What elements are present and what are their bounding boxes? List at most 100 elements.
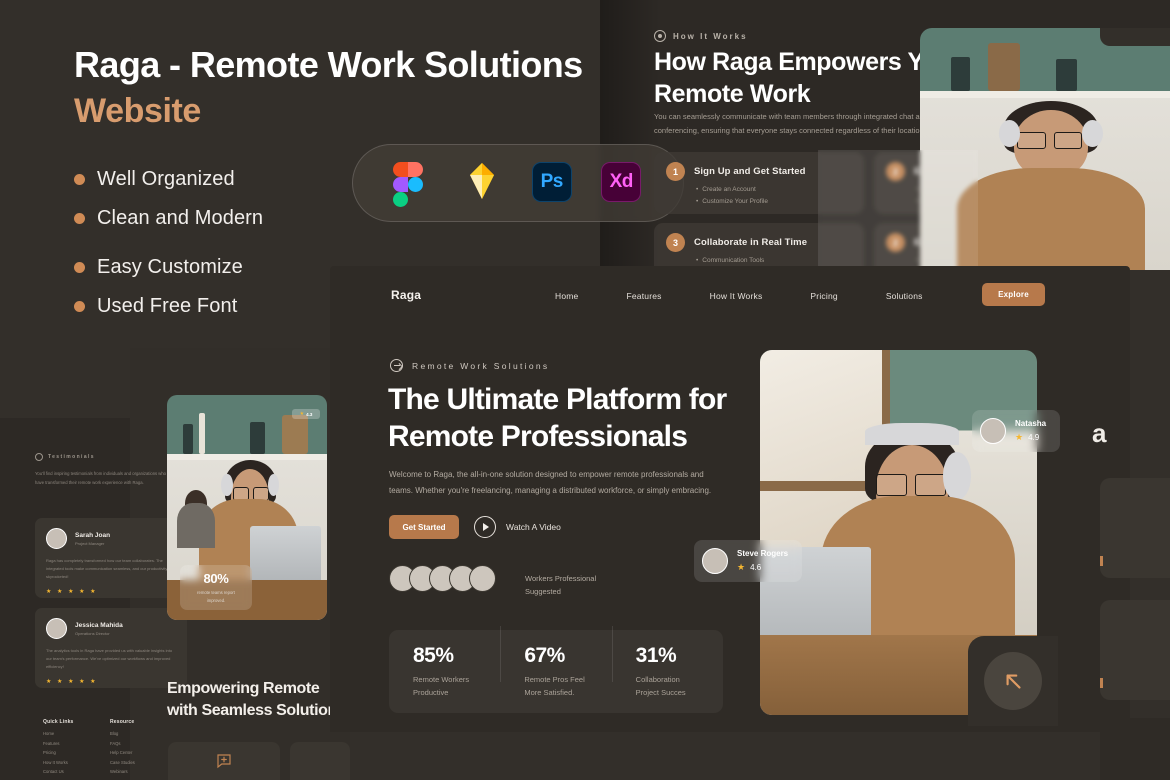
footer-link[interactable]: Case Studies [110, 760, 135, 765]
footer-link[interactable]: Home [43, 731, 74, 736]
photo-notch [1100, 28, 1170, 46]
nav-item-features[interactable]: Features [626, 291, 661, 301]
suggested-line1: Workers Professional [525, 574, 597, 583]
bullet-dot-icon [74, 213, 85, 224]
footer-link[interactable]: Help Center [110, 750, 135, 755]
rating-card-rating: ★ 4.9 [1015, 432, 1046, 443]
watch-video-button[interactable]: Watch A Video [474, 516, 561, 538]
navbar: Raga Home Features How It Works Pricing … [330, 266, 1130, 326]
footer-column: Quick Links Home Features Pricing How It… [43, 719, 74, 779]
rating-card-rating: ★ 4.6 [737, 562, 788, 573]
star-icon: ★ [299, 411, 305, 417]
stat-label: Collaboration Project Succes [636, 673, 723, 699]
footer-cta-card[interactable] [168, 742, 280, 780]
star-badge-icon [35, 453, 43, 461]
stat-value: 85% [413, 643, 454, 667]
footer-link[interactable]: Features [43, 741, 74, 746]
nav-links: Home Features How It Works Pricing Solut… [555, 291, 923, 301]
footer-link[interactable]: How It Works [43, 760, 74, 765]
footer-heading: Resource [110, 719, 135, 725]
watch-video-label: Watch A Video [506, 522, 561, 532]
stat-label-line2: Productive [413, 688, 449, 697]
sketch-icon [462, 162, 504, 204]
stat-value: 67% [524, 643, 565, 667]
nav-item-pricing[interactable]: Pricing [810, 291, 837, 301]
hero-description: Welcome to Raga, the all-in-one solution… [389, 470, 712, 495]
empowering-stat-card: 80% remote teams report improved. [180, 565, 252, 610]
poster-canvas: Raga - Remote Work Solutions Website Wel… [0, 0, 1170, 780]
list-item: Clean and Modern [74, 207, 404, 230]
testimonial-card[interactable]: Sarah Joan Project Manager Raga has comp… [35, 518, 187, 598]
avatar [46, 618, 67, 639]
footer-link[interactable]: Contact Us [43, 769, 74, 774]
adobe-xd-icon: Xd [601, 162, 643, 204]
hero-eyebrow: Remote Work Solutions [390, 359, 549, 372]
step-number: 3 [666, 233, 685, 252]
stat-label-line1: remote teams report [197, 590, 235, 596]
testimonial-role: Project Manager [75, 540, 105, 546]
stat-label-line2: improved. [206, 597, 226, 603]
suggested-line2: Suggested [525, 587, 561, 597]
step-title: Sign Up and Get Started [694, 166, 806, 177]
testimonials-badge-label: Testimonials [48, 454, 95, 460]
scroll-up-button[interactable] [984, 652, 1042, 710]
step-number: 1 [666, 162, 685, 181]
stat-item: 31% Collaboration Project Succes [611, 625, 723, 699]
photo-rating-badge: ★ 4.3 [292, 409, 320, 419]
stat-label-line1: Remote Pros Feel [524, 674, 585, 684]
rating-value: 4.6 [750, 563, 762, 572]
empowering-title: Empowering Remote with Seamless Solution… [167, 680, 346, 720]
glass-overlay [818, 150, 978, 270]
edge-panel-bottom [1100, 718, 1170, 780]
star-icon: ★ [737, 562, 746, 572]
footer-link[interactable]: Webinars [110, 769, 135, 774]
stat-label: remote teams report improved. [197, 589, 235, 603]
figma-icon [392, 162, 435, 207]
explore-button[interactable]: Explore [982, 283, 1045, 306]
target-icon [654, 30, 666, 42]
stat-label: Remote Pros Feel More Satisfied. [524, 673, 611, 699]
feature-label: Well Organized [97, 168, 235, 190]
bullet-dot-icon [74, 174, 85, 185]
arrow-circle-icon [390, 359, 403, 372]
get-started-button[interactable]: Get Started [389, 515, 459, 539]
arrow-up-left-icon [1006, 674, 1021, 689]
testimonial-role: Operations Director [75, 630, 110, 636]
accent-bar [1100, 678, 1103, 688]
rating-card-name: Steve Rogers [737, 549, 789, 558]
rating-stars: ★ ★ ★ ★ ★ [46, 589, 98, 595]
bullet-dot-icon [74, 262, 85, 273]
nav-item-home[interactable]: Home [555, 291, 578, 301]
feature-label: Clean and Modern [97, 207, 264, 229]
stat-label-line1: Remote Workers [413, 674, 470, 684]
play-icon [474, 516, 496, 538]
footer-link[interactable]: FAQs [110, 741, 135, 746]
testimonial-card[interactable]: Jessica Mahida Operations Director The a… [35, 608, 187, 688]
bullet-dot-icon [74, 301, 85, 312]
edge-text-fragment: a [1092, 418, 1107, 448]
nav-item-how-it-works[interactable]: How It Works [710, 291, 763, 301]
page-title: Raga - Remote Work Solutions [74, 44, 583, 85]
footer-link[interactable]: Blog [110, 731, 135, 736]
photoshop-icon: Ps [531, 162, 574, 204]
rating-card-natasha[interactable]: Natasha ★ 4.9 [972, 410, 1061, 452]
testimonials-badge: Testimonials [35, 453, 95, 461]
edge-card [1100, 600, 1170, 700]
stat-item: 67% Remote Pros Feel More Satisfied. [500, 625, 611, 699]
chat-add-icon [217, 754, 231, 769]
rating-stars: ★ ★ ★ ★ ★ [46, 679, 98, 685]
feature-label: Used Free Font [97, 295, 238, 317]
nav-item-solutions[interactable]: Solutions [886, 291, 923, 301]
brand-logo[interactable]: Raga [391, 288, 421, 302]
stat-value: 80% [203, 571, 229, 587]
hero-title: The Ultimate Platform for Remote Profess… [388, 383, 727, 453]
stat-label: Remote Workers Productive [413, 673, 500, 699]
footer-link[interactable]: Pricing [43, 750, 74, 755]
rating-card-steve-rogers[interactable]: Steve Rogers ★ 4.6 [694, 540, 803, 582]
stat-label-line2: Project Succes [635, 688, 686, 697]
step-title: Collaborate in Real Time [694, 237, 808, 248]
how-it-works-badge: How It Works [654, 30, 748, 42]
hero-stats-card: 85% Remote Workers Productive 67% Remote… [389, 625, 723, 713]
testimonial-name: Jessica Mahida [75, 621, 123, 629]
edge-card [1100, 478, 1170, 578]
